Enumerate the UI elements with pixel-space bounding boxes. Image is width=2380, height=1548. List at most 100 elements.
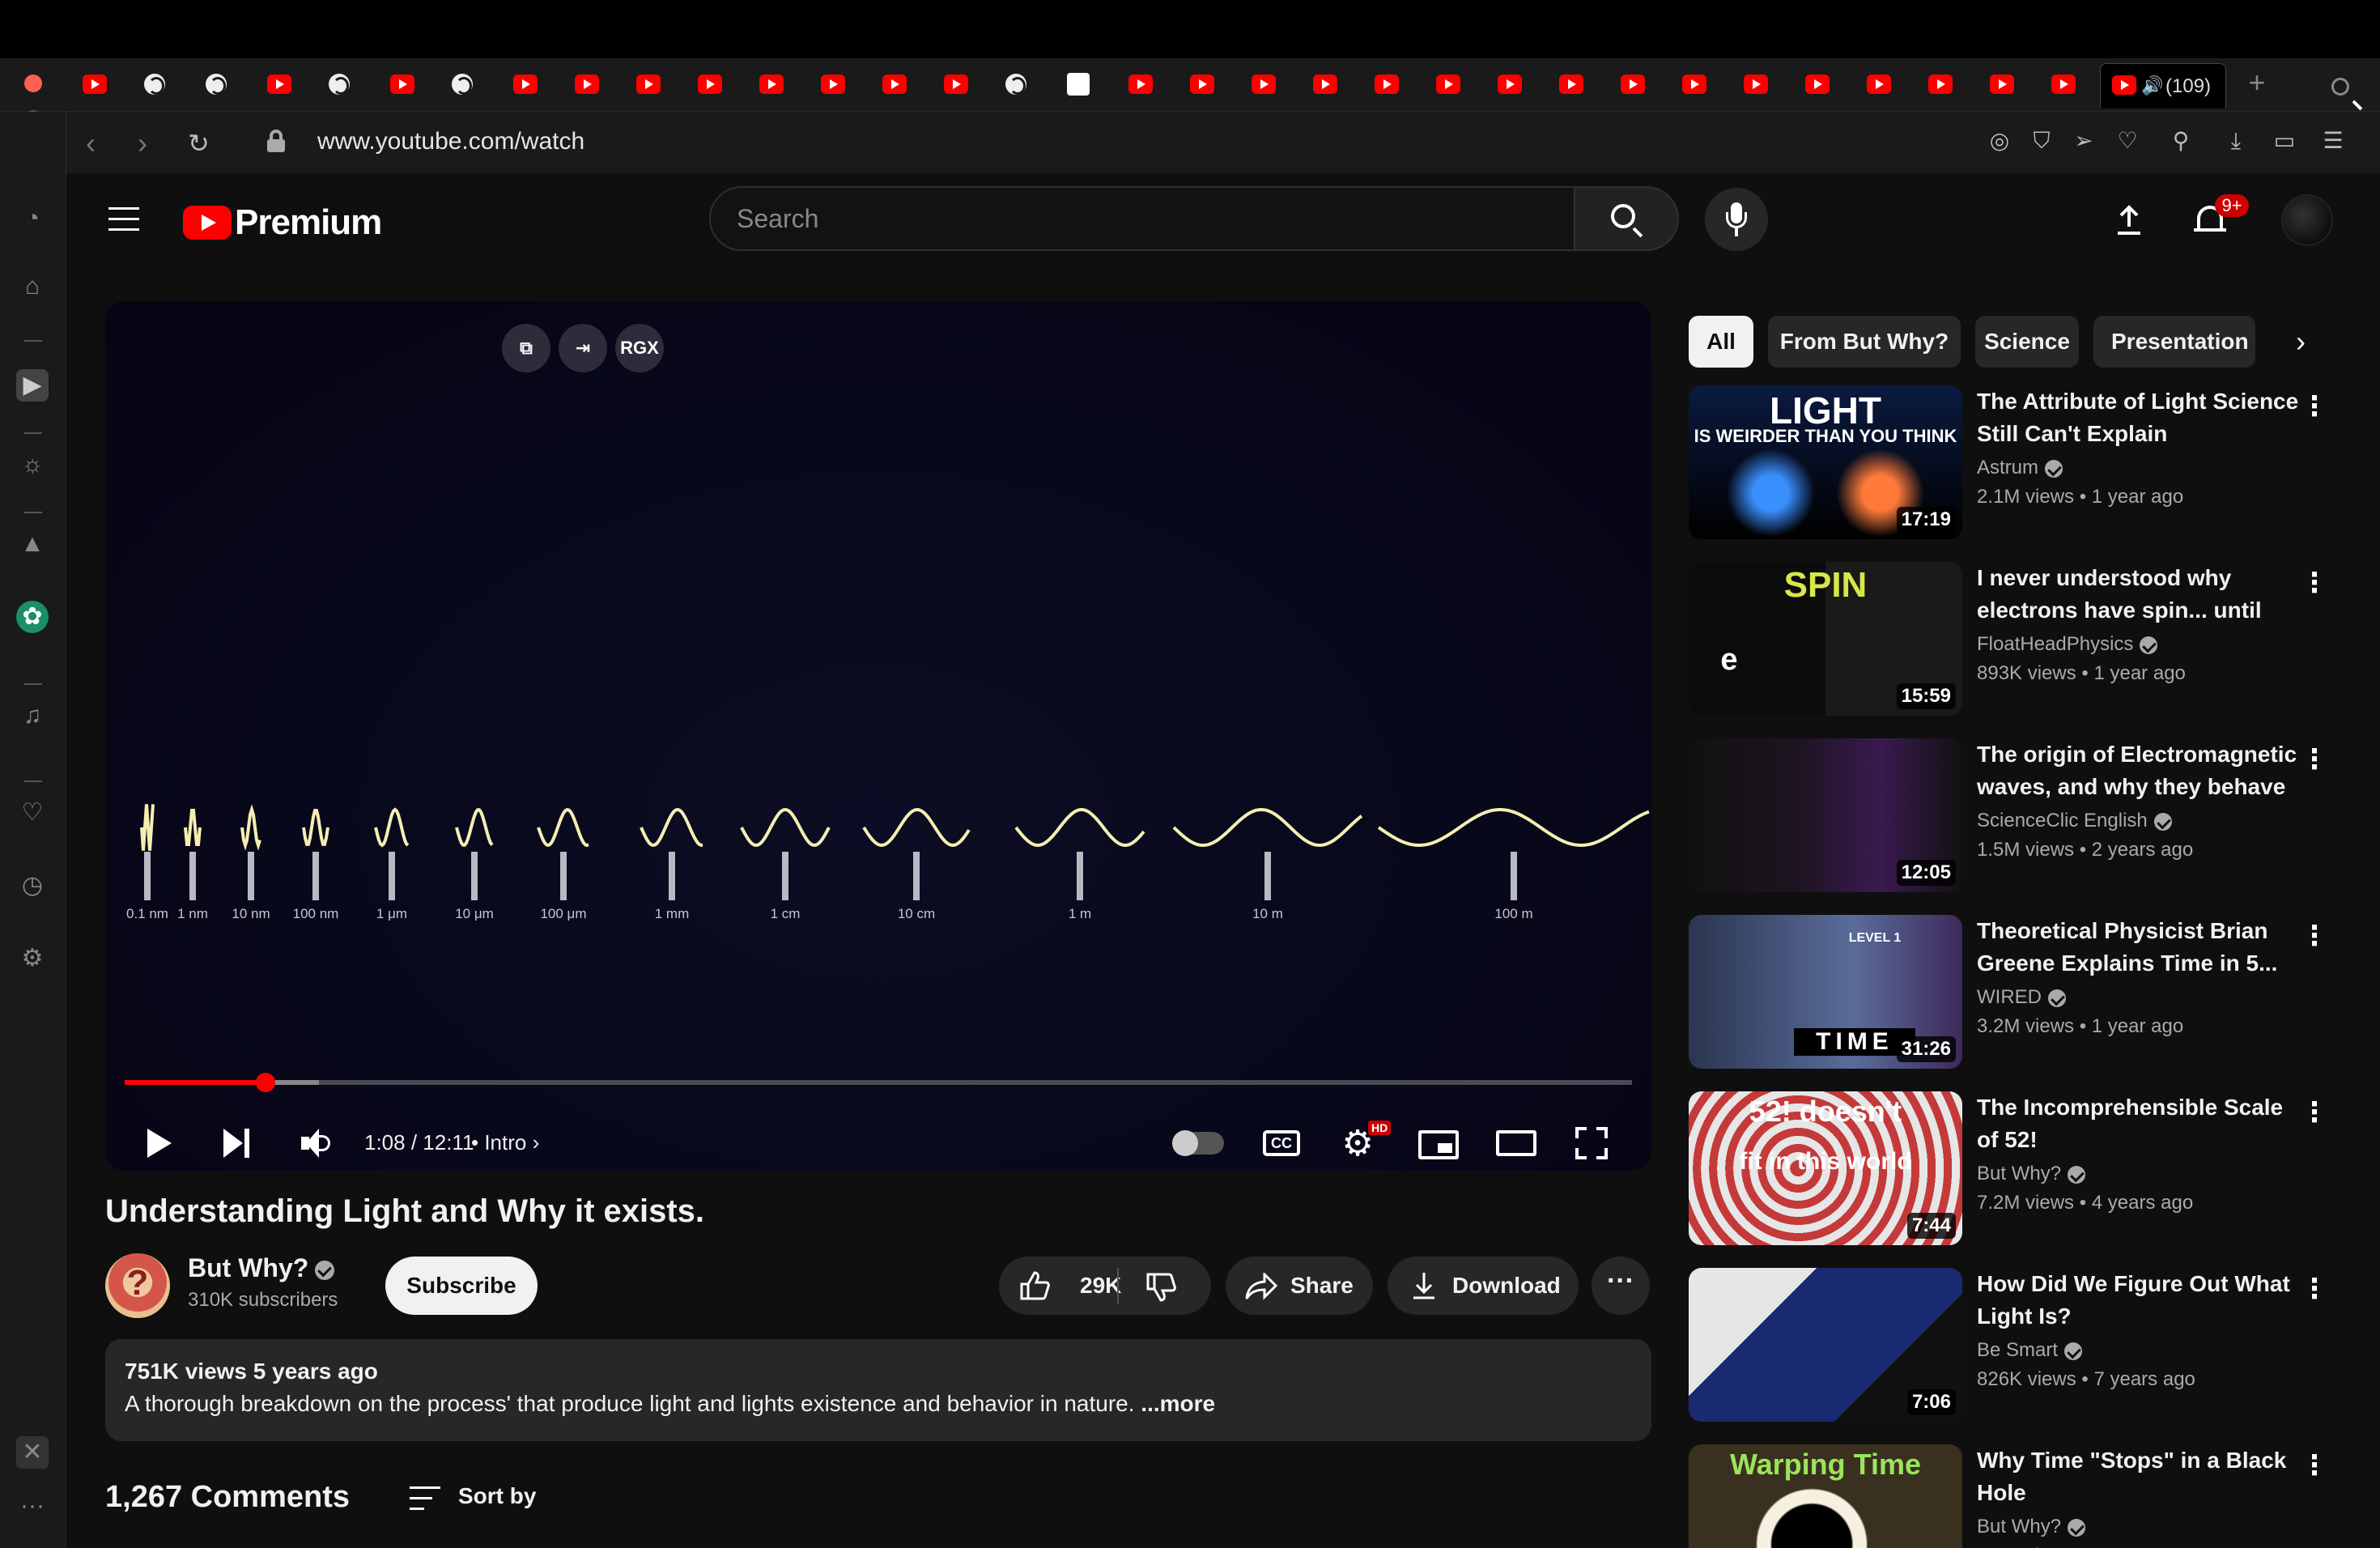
recommendation-thumbnail[interactable]: 52! doesn't fit in this world 7:44 [1689, 1091, 1962, 1245]
youtube-tab-icon[interactable] [267, 74, 291, 94]
youtube-tab-icon[interactable] [821, 74, 845, 94]
youtube-tab-icon[interactable] [698, 74, 722, 94]
recommendation-channel[interactable]: Be Smart [1977, 1339, 2058, 1361]
heart-icon[interactable]: ♡ [2114, 128, 2140, 154]
settings-icon[interactable]: ⚙ [16, 942, 49, 975]
recommendation-thumbnail[interactable]: 7:06 [1689, 1268, 1962, 1422]
chip-from-but-why[interactable]: From But Why? [1768, 316, 1961, 368]
search-input[interactable] [737, 202, 1530, 235]
camera-icon[interactable]: ◎ [1987, 128, 2012, 154]
brightness-icon[interactable]: ☼ [16, 449, 49, 481]
music-icon[interactable]: ♫ [16, 700, 49, 732]
history-icon[interactable]: ◷ [16, 870, 49, 902]
recommendation-title[interactable]: How Did We Figure Out What Light Is? [1977, 1268, 2301, 1333]
description-box[interactable]: 751K views 5 years ago A thorough breakd… [105, 1339, 1651, 1441]
rgx-button[interactable]: RGX [615, 324, 664, 372]
globe-tab-icon[interactable] [144, 74, 165, 95]
active-tab[interactable]: 🔊 (109) [2100, 63, 2226, 108]
kebab-menu-icon[interactable]: ⋮ [2301, 1449, 2328, 1482]
recommendation-item[interactable]: 52! doesn't fit in this world 7:44 The Inco… [1689, 1091, 2328, 1245]
youtube-tab-icon[interactable] [2051, 74, 2076, 94]
aria-icon[interactable]: ▲ [16, 528, 49, 560]
player-icon[interactable]: ▶ [16, 369, 49, 402]
youtube-tab-icon[interactable] [1928, 74, 1953, 94]
copy-overlay-icon[interactable]: ⧉ [502, 324, 550, 372]
recommendation-channel[interactable]: But Why? [1977, 1163, 2061, 1184]
recommendation-thumbnail[interactable]: LIGHT IS WEIRDER THAN YOU THINK 17:19 [1689, 385, 1962, 539]
captions-button[interactable]: CC [1263, 1130, 1300, 1156]
recommendation-thumbnail[interactable]: 12:05 [1689, 738, 1962, 892]
video-player[interactable]: 0.1 nm 1 nm 10 nm 100 nm 1 μm 10 μm 100 μm 1 mm… [105, 301, 1651, 1171]
youtube-tab-icon[interactable] [1498, 74, 1522, 94]
search-button[interactable] [1575, 186, 1679, 251]
recommendation-channel[interactable]: Astrum [1977, 457, 2038, 478]
speaker-icon[interactable]: 🔊 [2141, 75, 2163, 96]
play-button[interactable] [147, 1129, 172, 1158]
kebab-menu-icon[interactable]: ⋮ [2301, 743, 2328, 776]
recommendation-item[interactable]: TIME LEVEL 1 31:26 Theoretical Physicist Br… [1689, 915, 2328, 1069]
next-button[interactable] [223, 1129, 251, 1158]
miniplayer-button[interactable] [1418, 1130, 1459, 1159]
youtube-tab-icon[interactable] [1867, 74, 1891, 94]
tab-search-icon[interactable] [2331, 78, 2349, 96]
more-actions-button[interactable]: ··· [1592, 1257, 1650, 1315]
close-window-button[interactable] [24, 74, 42, 92]
theater-mode-button[interactable] [1496, 1130, 1536, 1156]
new-tab-button[interactable]: + [2244, 68, 2270, 97]
youtube-tab-icon[interactable] [1559, 74, 1583, 94]
chip-presentation[interactable]: Presentation [2093, 316, 2255, 368]
scrubber-handle[interactable] [255, 1073, 275, 1092]
chip-next-chevron-icon[interactable]: › [2284, 325, 2317, 358]
forward-button[interactable]: › [138, 126, 147, 160]
voice-search-button[interactable] [1705, 188, 1768, 251]
youtube-tab-icon[interactable] [1436, 74, 1460, 94]
account-avatar[interactable] [2281, 194, 2333, 246]
reload-button[interactable]: ↻ [188, 128, 210, 159]
recommendation-title[interactable]: I never understood why electrons have sp… [1977, 562, 2301, 627]
chatgpt-icon[interactable]: ✿ [16, 601, 49, 633]
chip-science[interactable]: Science [1975, 316, 2079, 368]
globe-tab-icon[interactable] [452, 74, 473, 95]
profile-icon[interactable]: ⚲ [2168, 128, 2194, 154]
youtube-tab-icon[interactable] [1744, 74, 1768, 94]
youtube-tab-icon[interactable] [1190, 74, 1214, 94]
share-button[interactable]: Share [1226, 1257, 1373, 1315]
favorites-icon[interactable]: ♡ [16, 797, 49, 829]
back-button[interactable]: ‹ [86, 126, 96, 160]
like-count[interactable]: 29K [1080, 1273, 1121, 1299]
youtube-tab-icon[interactable] [1682, 74, 1706, 94]
youtube-tab-icon[interactable] [83, 74, 107, 94]
youtube-tab-icon[interactable] [944, 74, 968, 94]
recommendation-title[interactable]: The origin of Electromagnetic waves, and… [1977, 738, 2301, 803]
recommendation-channel[interactable]: ScienceClic English [1977, 810, 2148, 831]
progress-bar[interactable] [125, 1073, 1632, 1092]
download-button[interactable]: Download [1388, 1257, 1579, 1315]
recommendation-channel[interactable]: FloatHeadPhysics [1977, 633, 2133, 655]
youtube-tab-icon[interactable] [882, 74, 907, 94]
description-more-link[interactable]: ...more [1141, 1391, 1215, 1416]
youtube-tab-icon[interactable] [1252, 74, 1276, 94]
youtube-tab-icon[interactable] [1375, 74, 1399, 94]
kebab-menu-icon[interactable]: ⋮ [2301, 567, 2328, 599]
recommendation-item[interactable]: 7:06 How Did We Figure Out What Light Is?… [1689, 1268, 2328, 1422]
download-icon[interactable]: ⤓ [2223, 128, 2249, 154]
recommendation-item[interactable]: LIGHT IS WEIRDER THAN YOU THINK 17:19 The A… [1689, 385, 2328, 539]
youtube-tab-icon[interactable] [1313, 74, 1337, 94]
notion-tab-icon[interactable] [1067, 73, 1090, 96]
like-thumb-icon[interactable] [1018, 1271, 1051, 1300]
recommendation-thumbnail[interactable]: TIME LEVEL 1 31:26 [1689, 915, 1962, 1069]
send-icon[interactable]: ➢ [2071, 128, 2097, 154]
recommendation-item[interactable]: Warping Time9:55Why Time "Stops" in a Bl… [1689, 1444, 2328, 1548]
youtube-tab-icon[interactable] [513, 74, 538, 94]
youtube-tab-icon[interactable] [636, 74, 661, 94]
youtube-tab-icon[interactable] [390, 74, 414, 94]
kebab-menu-icon[interactable]: ⋮ [2301, 1096, 2328, 1129]
mute-button[interactable] [301, 1129, 334, 1158]
shield-icon[interactable]: ⛉ [2029, 128, 2055, 154]
kebab-menu-icon[interactable]: ⋮ [2301, 1273, 2328, 1305]
youtube-tab-icon[interactable] [575, 74, 599, 94]
recommendation-item[interactable]: SPIN e 15:59 I never understood why electro… [1689, 562, 2328, 716]
globe-tab-icon[interactable] [329, 74, 350, 95]
recommendation-channel[interactable]: But Why? [1977, 1516, 2061, 1537]
battery-icon[interactable]: ▭ [2272, 128, 2297, 154]
